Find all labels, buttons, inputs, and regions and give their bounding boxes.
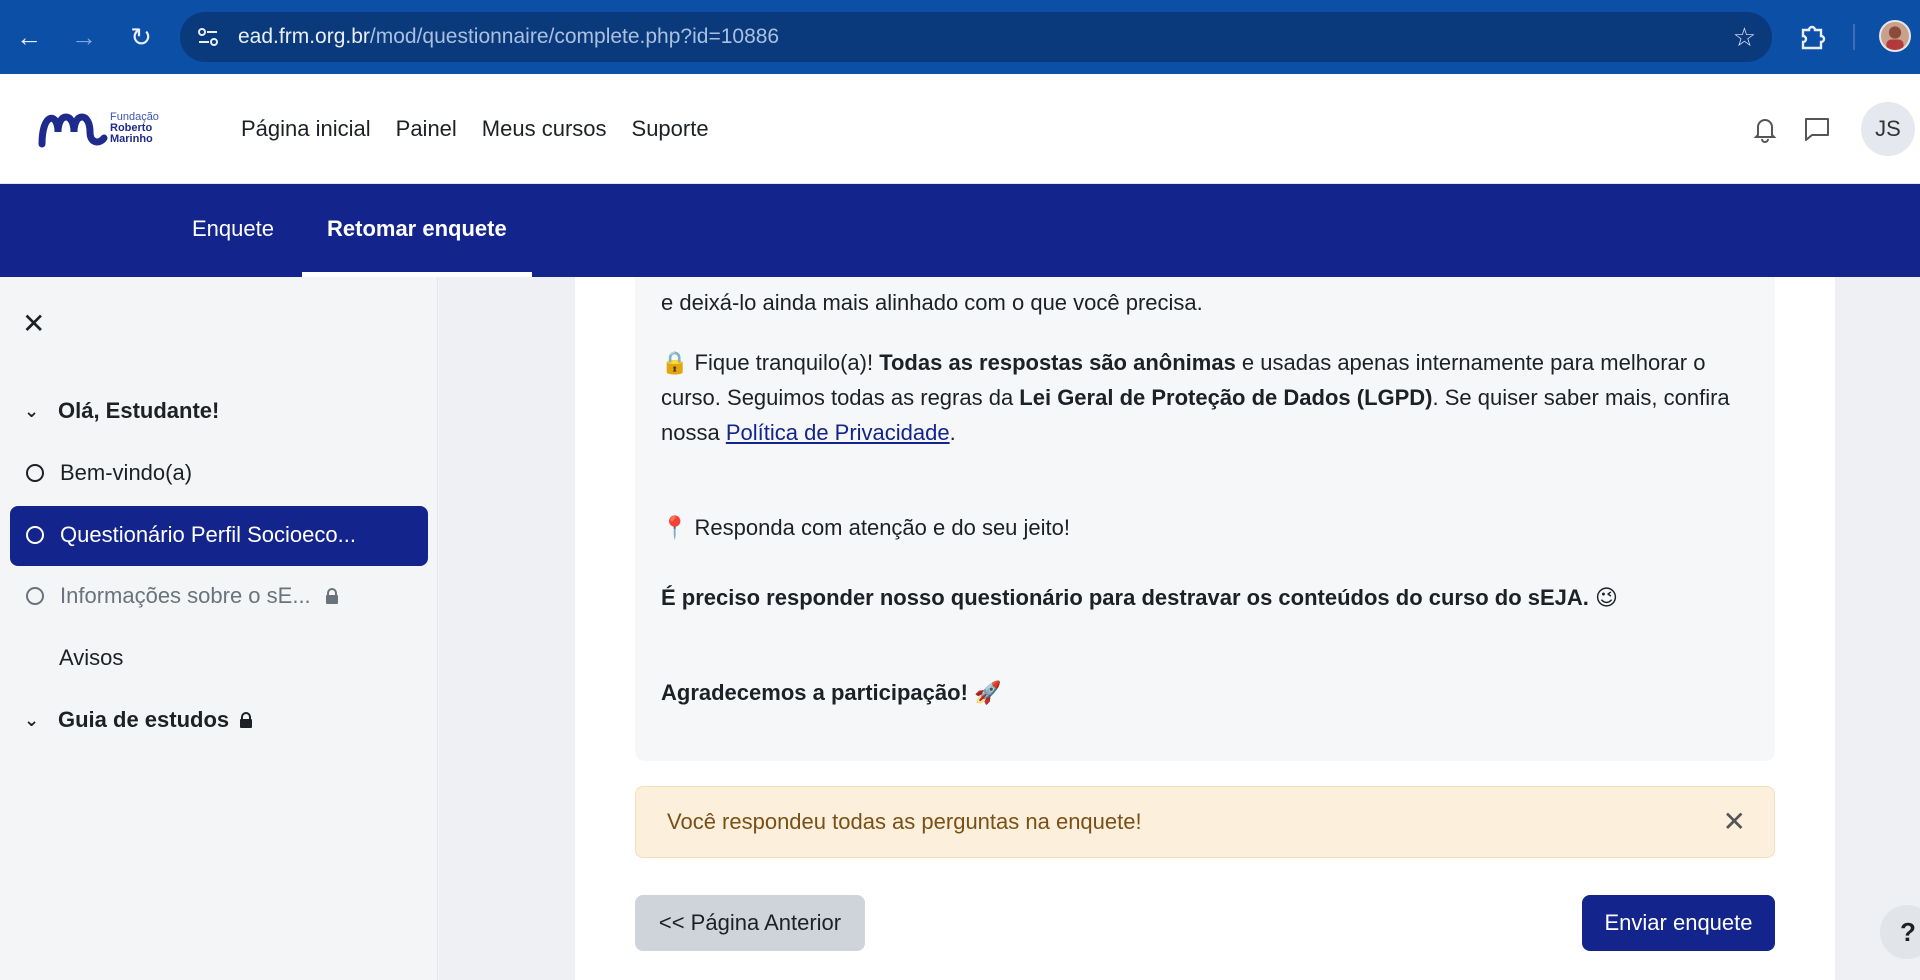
pin-emoji-icon: 📍 — [661, 515, 689, 540]
wink-emoji-icon: 😉 — [1595, 585, 1618, 610]
nav-meus-cursos[interactable]: Meus cursos — [482, 116, 607, 142]
forward-icon[interactable]: → — [67, 20, 101, 54]
primary-navigation: Página inicial Painel Meus cursos Suport… — [241, 116, 709, 142]
messages-icon[interactable] — [1802, 114, 1832, 144]
close-alert-icon[interactable]: ✕ — [1723, 805, 1746, 838]
site-logo[interactable]: Fundação Roberto Marinho — [38, 102, 178, 154]
logo-text: Fundação Roberto Marinho — [110, 111, 159, 145]
privacy-paragraph: 🔒 Fique tranquilo(a)! Todas as respostas… — [661, 350, 1730, 445]
close-drawer-icon[interactable]: ✕ — [22, 307, 45, 340]
page-content: e deixá-lo ainda mais alinhado com o que… — [575, 277, 1835, 980]
tab-retomar-enquete[interactable]: Retomar enquete — [327, 216, 507, 242]
intro-text: e deixá-lo ainda mais alinhado com o que… — [661, 290, 1203, 315]
submit-questionnaire-button[interactable]: Enviar enquete — [1582, 895, 1775, 951]
activity-label: Informações sobre o sE... — [60, 583, 311, 608]
browser-toolbar: ← → ↻ ead.frm.org.br/mod/questionnaire/c… — [0, 0, 1920, 74]
notifications-bell-icon[interactable] — [1750, 114, 1780, 144]
previous-page-button[interactable]: << Página Anterior — [635, 895, 865, 951]
extensions-icon[interactable] — [1797, 20, 1829, 52]
completion-alert: Você respondeu todas as perguntas na enq… — [635, 786, 1775, 858]
site-header: Fundação Roberto Marinho Página inicial … — [0, 74, 1920, 184]
completion-circle-icon — [26, 464, 44, 482]
logo-mark-icon — [38, 113, 108, 148]
tab-enquete[interactable]: Enquete — [192, 216, 274, 242]
nav-pagina-inicial[interactable]: Página inicial — [241, 116, 371, 142]
toolbar-divider — [1853, 24, 1855, 50]
thanks-paragraph: Agradecemos a participação! 🚀 — [661, 680, 1002, 705]
activity-bem-vindo[interactable]: Bem-vindo(a) — [26, 458, 192, 488]
nav-suporte[interactable]: Suporte — [632, 116, 709, 142]
completion-circle-icon — [26, 587, 44, 605]
section-guia-de-estudos[interactable]: ⌄ Guia de estudos — [24, 705, 253, 735]
questionnaire-intro-card: e deixá-lo ainda mais alinhado com o que… — [635, 277, 1775, 761]
course-index-drawer: ✕ ⌄ Olá, Estudante! Bem-vindo(a) Questio… — [0, 277, 438, 980]
chevron-down-icon[interactable]: ⌄ — [24, 710, 46, 731]
respond-paragraph: 📍 Responda com atenção e do seu jeito! — [661, 515, 1071, 540]
lock-emoji-icon: 🔒 — [661, 350, 689, 375]
activity-label: Bem-vindo(a) — [60, 460, 193, 485]
secondary-navigation: Enquete Retomar enquete — [0, 184, 1920, 277]
completion-circle-icon — [26, 526, 44, 544]
reload-icon[interactable]: ↻ — [124, 20, 158, 54]
required-paragraph: É preciso responder nosso questionário p… — [661, 585, 1618, 610]
section-ola-estudante[interactable]: ⌄ Olá, Estudante! — [24, 396, 219, 426]
lock-icon — [325, 588, 338, 604]
activity-informacoes[interactable]: Informações sobre o sE... — [26, 581, 339, 611]
main-region: e deixá-lo ainda mais alinhado com o que… — [439, 277, 1920, 980]
address-bar[interactable]: ead.frm.org.br/mod/questionnaire/complet… — [180, 12, 1772, 62]
activity-label: Questionário Perfil Socioeco... — [60, 522, 356, 547]
section-label: Olá, Estudante! — [58, 398, 220, 423]
lock-icon — [240, 712, 253, 728]
rocket-emoji-icon: 🚀 — [974, 680, 1002, 705]
nav-painel[interactable]: Painel — [396, 116, 457, 142]
browser-profile-avatar[interactable] — [1879, 20, 1911, 52]
privacy-policy-link[interactable]: Política de Privacidade — [726, 420, 950, 445]
bookmark-star-icon[interactable]: ☆ — [1733, 22, 1756, 53]
activity-avisos[interactable]: Avisos — [59, 643, 123, 673]
chevron-down-icon[interactable]: ⌄ — [24, 401, 46, 422]
url-text: ead.frm.org.br/mod/questionnaire/complet… — [238, 25, 780, 48]
user-avatar[interactable]: JS — [1861, 102, 1915, 156]
site-settings-icon[interactable] — [196, 25, 220, 49]
activity-questionario-perfil[interactable]: Questionário Perfil Socioeco... — [26, 520, 356, 550]
activity-label: Avisos — [59, 645, 124, 670]
alert-message: Você respondeu todas as perguntas na enq… — [667, 809, 1142, 834]
back-icon[interactable]: ← — [12, 20, 46, 54]
section-label: Guia de estudos — [58, 707, 230, 732]
